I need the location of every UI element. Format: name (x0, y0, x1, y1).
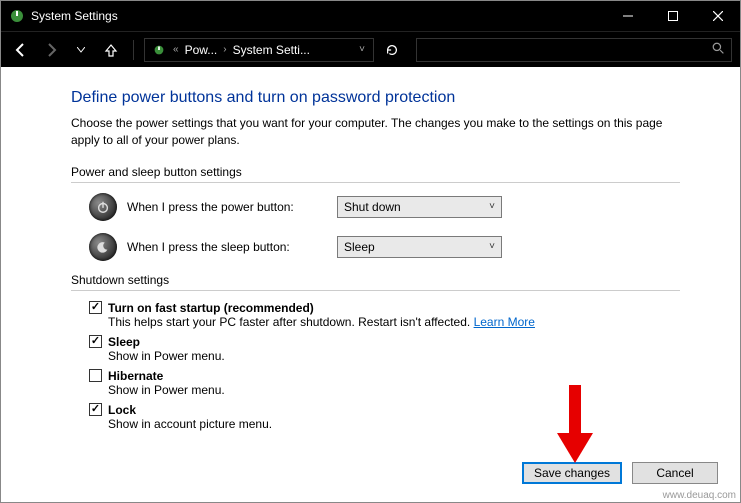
power-button-select[interactable]: Shut down ˅ (337, 196, 502, 218)
chevron-down-icon: ˅ (489, 241, 495, 252)
chevron-down-icon: ˅ (489, 201, 495, 212)
content-area: Define power buttons and turn on passwor… (1, 67, 740, 431)
sleep-desc: Show in Power menu. (108, 349, 680, 363)
fast-startup-checkbox[interactable] (89, 301, 102, 314)
chevron-down-icon[interactable]: ˅ (357, 44, 367, 55)
power-button-label: When I press the power button: (127, 200, 327, 214)
search-input[interactable] (416, 38, 732, 62)
sleep-button-select[interactable]: Sleep ˅ (337, 236, 502, 258)
sleep-checkbox[interactable] (89, 335, 102, 348)
breadcrumb-seg-1[interactable]: Pow... (185, 43, 218, 57)
back-button[interactable] (9, 38, 33, 62)
sleep-icon (89, 233, 117, 261)
lock-row: Lock Show in account picture menu. (89, 403, 680, 431)
navbar: « Pow... › System Setti... ˅ (1, 31, 740, 67)
recent-dropdown[interactable] (69, 38, 93, 62)
fast-startup-desc: This helps start your PC faster after sh… (108, 315, 474, 329)
nav-separator (133, 40, 134, 60)
window-title: System Settings (31, 9, 118, 23)
fast-startup-title: Turn on fast startup (recommended) (108, 301, 314, 315)
lock-checkbox[interactable] (89, 403, 102, 416)
breadcrumb-seg-2[interactable]: System Setti... (233, 43, 310, 57)
sleep-button-label: When I press the sleep button: (127, 240, 327, 254)
hibernate-desc: Show in Power menu. (108, 383, 680, 397)
close-button[interactable] (695, 1, 740, 31)
hibernate-row: Hibernate Show in Power menu. (89, 369, 680, 397)
learn-more-link[interactable]: Learn More (474, 315, 535, 329)
fast-startup-row: Turn on fast startup (recommended) This … (89, 301, 680, 329)
address-icon (151, 42, 167, 58)
refresh-button[interactable] (380, 38, 404, 62)
forward-button[interactable] (39, 38, 63, 62)
footer-buttons: Save changes Cancel (522, 462, 718, 484)
lock-title: Lock (108, 403, 136, 417)
sleep-row: Sleep Show in Power menu. (89, 335, 680, 363)
sleep-title: Sleep (108, 335, 140, 349)
save-button[interactable]: Save changes (522, 462, 622, 484)
lock-desc: Show in account picture menu. (108, 417, 680, 431)
titlebar: System Settings (1, 1, 740, 31)
page-description: Choose the power settings that you want … (71, 115, 680, 149)
power-select-value: Shut down (344, 200, 401, 214)
up-button[interactable] (99, 38, 123, 62)
group-shutdown: Shutdown settings (71, 273, 680, 289)
page-title: Define power buttons and turn on passwor… (71, 89, 680, 107)
sleep-select-value: Sleep (344, 240, 375, 254)
power-button-row: When I press the power button: Shut down… (89, 193, 680, 221)
hibernate-checkbox[interactable] (89, 369, 102, 382)
group-power-sleep: Power and sleep button settings (71, 165, 680, 181)
window-controls (605, 1, 740, 31)
chevron-right-icon: › (221, 44, 228, 55)
hibernate-title: Hibernate (108, 369, 163, 383)
group-shutdown-label: Shutdown settings (71, 273, 175, 287)
address-chevron-icon: « (171, 44, 181, 55)
maximize-button[interactable] (650, 1, 695, 31)
sleep-button-row: When I press the sleep button: Sleep ˅ (89, 233, 680, 261)
app-icon (9, 8, 25, 24)
power-icon (89, 193, 117, 221)
address-bar[interactable]: « Pow... › System Setti... ˅ (144, 38, 374, 62)
group-power-sleep-label: Power and sleep button settings (71, 165, 248, 179)
minimize-button[interactable] (605, 1, 650, 31)
cancel-button[interactable]: Cancel (632, 462, 718, 484)
watermark: www.deuaq.com (663, 490, 736, 501)
search-icon (712, 42, 725, 58)
